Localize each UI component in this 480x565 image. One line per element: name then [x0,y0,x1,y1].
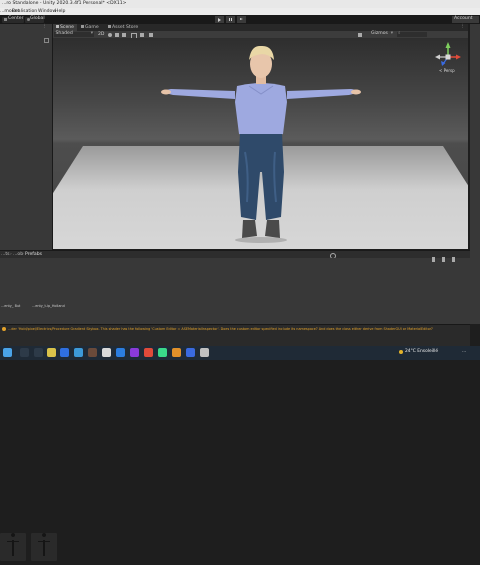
globe-icon [26,17,30,21]
center-toggle[interactable]: Center [2,16,24,23]
checkbox-icon[interactable] [44,38,49,43]
console-status-bar[interactable]: ...der 'Hold/pixel/Electrics/Procedure G… [0,324,470,347]
tab-menu-icon[interactable]: ⋮ [460,24,465,30]
menu-item[interactable]: Window [38,9,56,15]
account-dropdown[interactable]: Account [452,16,479,23]
clock-text[interactable]: ... [462,349,466,354]
asset-thumbnail[interactable] [0,533,26,561]
app-icon[interactable] [158,348,167,357]
warning-icon [2,327,6,331]
star-icon[interactable] [452,257,455,262]
mail-icon[interactable] [116,348,125,357]
scene-orientation-gizmo[interactable]: < Persp [431,40,465,74]
play-icon [218,17,221,22]
chevron-down-icon: ▾ [90,31,93,37]
breadcrumb-item[interactable]: Prefabs [25,252,42,258]
tab-scene-label: Scene [60,25,75,30]
search-icon: ⌕ [398,31,401,37]
label-icon[interactable] [442,257,445,262]
app-icon[interactable] [88,348,97,357]
pivot-icon [3,17,7,21]
gizmos-dropdown[interactable]: Gizmos ▾ [371,32,393,37]
persp-label[interactable]: < Persp [439,69,455,73]
breadcrumb-item[interactable]: ...ts [1,252,10,258]
global-toggle[interactable]: Global [25,16,45,23]
pause-icon [229,17,230,22]
panel-menu-icon[interactable]: ⋮ [42,24,47,30]
window-title: ...ro Standalone - Unity 2020.3.4f1 Pers… [2,1,127,6]
tab-asset-store[interactable]: Asset Store [105,24,141,31]
camera-icon[interactable] [140,32,144,37]
window-titlebar: ...ro Standalone - Unity 2020.3.4f1 Pers… [0,0,480,8]
inspector-panel-edge [470,24,480,324]
global-label: Global [30,16,45,22]
audio-icon[interactable] [115,32,119,37]
asset-label: ...enty_ But [1,304,21,308]
prefab-figure-icon [38,533,50,556]
gizmos-label: Gizmos [371,31,388,37]
prefab-figure-icon [7,533,19,556]
tab-asset-store-label: Asset Store [112,25,139,30]
menu-item[interactable]: Realisation [12,9,37,15]
tab-scene[interactable]: Scene [53,24,78,31]
unity-icon[interactable] [102,348,111,357]
game-icon [81,25,84,28]
asset-thumbnail[interactable] [31,533,57,561]
start-icon[interactable] [3,348,12,357]
account-label: Account [454,16,473,22]
project-panel: ...enty_ But ...enty_t-ip_Holland [0,258,470,561]
breadcrumb-separator: › [22,252,24,257]
play-button[interactable] [215,16,224,23]
app-icon[interactable] [144,348,153,357]
store-icon[interactable] [74,348,83,357]
scene-viewport[interactable]: < Persp [53,38,468,249]
explorer-icon[interactable] [47,348,56,357]
tools-icon[interactable] [358,32,362,37]
hierarchy-panel: ⋮ [0,24,53,254]
tab-game[interactable]: Game [78,24,102,31]
menu-bar: ...mount Realisation Window Help [0,8,480,15]
breadcrumb-separator: › [10,252,12,257]
2d-toggle[interactable]: 2D [98,32,104,38]
step-button[interactable] [237,16,246,23]
scene-icon [56,25,59,28]
center-label: Center [8,16,24,22]
scene-tabbar: Scene Game Asset Store ⋮ [53,24,468,31]
search-icon[interactable] [20,348,29,357]
main-toolbar: Center Global Account [0,15,480,24]
task-view-icon[interactable] [34,348,43,357]
asset-label: ...enty_t-ip_Holland [32,304,65,308]
app-icon[interactable] [186,348,195,357]
pause-button[interactable] [226,16,235,23]
tab-game-label: Game [85,25,99,30]
console-message: ...der 'Hold/pixel/Electrics/Procedure G… [8,326,433,331]
app-icon[interactable] [172,348,181,357]
store-icon [108,25,111,28]
app-icon[interactable] [130,348,139,357]
effects-icon[interactable] [122,32,126,37]
menu-item[interactable]: Help [55,9,65,15]
sun-icon [399,350,403,354]
character-model[interactable] [161,42,361,249]
step-icon [239,17,243,20]
weather-text[interactable]: 24°C Ensoleillé [405,349,438,354]
grid-icon[interactable] [149,32,153,37]
shading-label: Shaded [55,31,73,37]
edge-icon[interactable] [60,348,69,357]
eye-icon[interactable] [432,257,435,262]
inspector-toolbar [432,257,466,263]
search-input[interactable]: ⌕ [397,32,427,37]
app-icon[interactable] [200,348,209,357]
shading-dropdown[interactable]: Shaded ▾ [54,32,94,37]
lighting-icon[interactable] [108,32,112,37]
